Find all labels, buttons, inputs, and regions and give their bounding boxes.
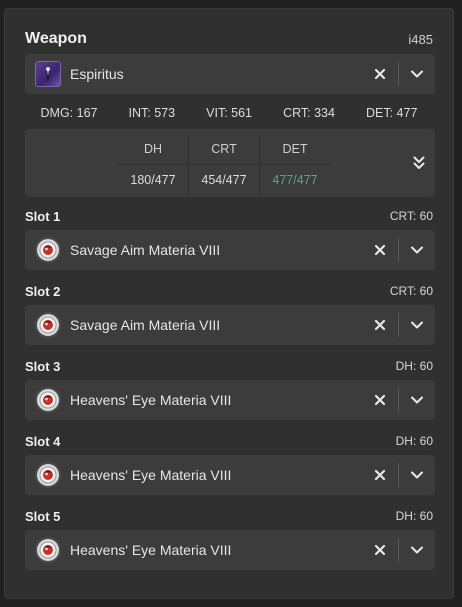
slot-label: Slot 4 — [25, 433, 61, 449]
substat-value-dh: 180/477 — [118, 164, 189, 195]
staff-weapon-icon — [35, 61, 61, 87]
slot-stat: CRT: 60 — [389, 209, 433, 223]
materia-icon — [35, 312, 61, 338]
slot-3-materia-select[interactable]: Heavens' Eye Materia VIII — [25, 380, 435, 420]
slot-1-header: Slot 1 CRT: 60 — [25, 207, 433, 225]
substats-box: DH CRT DET 180/477 454/477 477/477 — [25, 129, 435, 197]
materia-icon-box — [34, 461, 62, 489]
weapon-icon-box — [34, 60, 62, 88]
materia-icon-box — [34, 536, 62, 564]
slot-5-materia-select[interactable]: Heavens' Eye Materia VIII — [25, 530, 435, 570]
slot-4-materia-select[interactable]: Heavens' Eye Materia VIII — [25, 455, 435, 495]
clear-icon[interactable] — [368, 538, 392, 562]
weapon-select[interactable]: Espiritus — [25, 54, 435, 94]
slot-1-materia-select[interactable]: Savage Aim Materia VIII — [25, 230, 435, 270]
stat-vit: VIT: 561 — [206, 106, 253, 120]
slot-label: Slot 3 — [25, 358, 61, 374]
slot-stat: CRT: 60 — [389, 284, 433, 298]
materia-name: Savage Aim Materia VIII — [70, 242, 221, 258]
slot-label: Slot 5 — [25, 508, 61, 524]
clear-icon[interactable] — [368, 388, 392, 412]
panel-title: Weapon — [25, 30, 87, 47]
materia-name: Heavens' Eye Materia VIII — [70, 467, 232, 483]
substat-header-crt: CRT — [188, 134, 260, 165]
materia-icon — [35, 387, 61, 413]
chevron-down-icon[interactable] — [399, 388, 435, 412]
slot-label: Slot 1 — [25, 208, 61, 224]
stat-int: INT: 573 — [128, 106, 176, 120]
substat-value-crt: 454/477 — [188, 164, 260, 195]
chevron-down-icon[interactable] — [399, 62, 435, 86]
stat-det: DET: 477 — [366, 106, 418, 120]
materia-icon-box — [34, 386, 62, 414]
clear-icon[interactable] — [368, 313, 392, 337]
chevron-double-down-icon[interactable] — [409, 153, 429, 173]
item-level: i485 — [408, 31, 433, 47]
materia-icon — [35, 237, 61, 263]
stat-crt: CRT: 334 — [283, 106, 335, 120]
slot-5-header: Slot 5 DH: 60 — [25, 507, 433, 525]
materia-name: Heavens' Eye Materia VIII — [70, 542, 232, 558]
materia-icon-box — [34, 311, 62, 339]
slot-stat: DH: 60 — [395, 509, 433, 523]
chevron-down-icon[interactable] — [399, 538, 435, 562]
substats-table: DH CRT DET 180/477 454/477 477/477 — [118, 134, 330, 195]
materia-icon — [35, 537, 61, 563]
chevron-down-icon[interactable] — [399, 463, 435, 487]
slot-label: Slot 2 — [25, 283, 61, 299]
slot-2-materia-select[interactable]: Savage Aim Materia VIII — [25, 305, 435, 345]
slot-4-header: Slot 4 DH: 60 — [25, 432, 433, 450]
materia-icon-box — [34, 236, 62, 264]
materia-name: Heavens' Eye Materia VIII — [70, 392, 232, 408]
clear-icon[interactable] — [368, 62, 392, 86]
clear-icon[interactable] — [368, 463, 392, 487]
weapon-panel: Weapon i485 Espiritus DMG: 167 INT: 573 … — [4, 8, 454, 599]
chevron-down-icon[interactable] — [399, 313, 435, 337]
weapon-name: Espiritus — [70, 66, 124, 82]
slot-2-header: Slot 2 CRT: 60 — [25, 282, 433, 300]
chevron-down-icon[interactable] — [399, 238, 435, 262]
weapon-header: Weapon i485 — [25, 27, 433, 51]
substat-value-det: 477/477 — [259, 164, 330, 195]
materia-icon — [35, 462, 61, 488]
slot-stat: DH: 60 — [395, 434, 433, 448]
weapon-stats: DMG: 167 INT: 573 VIT: 561 CRT: 334 DET:… — [25, 106, 433, 124]
slot-3-header: Slot 3 DH: 60 — [25, 357, 433, 375]
clear-icon[interactable] — [368, 238, 392, 262]
stat-dmg: DMG: 167 — [40, 106, 98, 120]
materia-name: Savage Aim Materia VIII — [70, 317, 221, 333]
substat-header-det: DET — [259, 134, 330, 165]
substat-header-dh: DH — [118, 134, 189, 165]
slot-stat: DH: 60 — [395, 359, 433, 373]
